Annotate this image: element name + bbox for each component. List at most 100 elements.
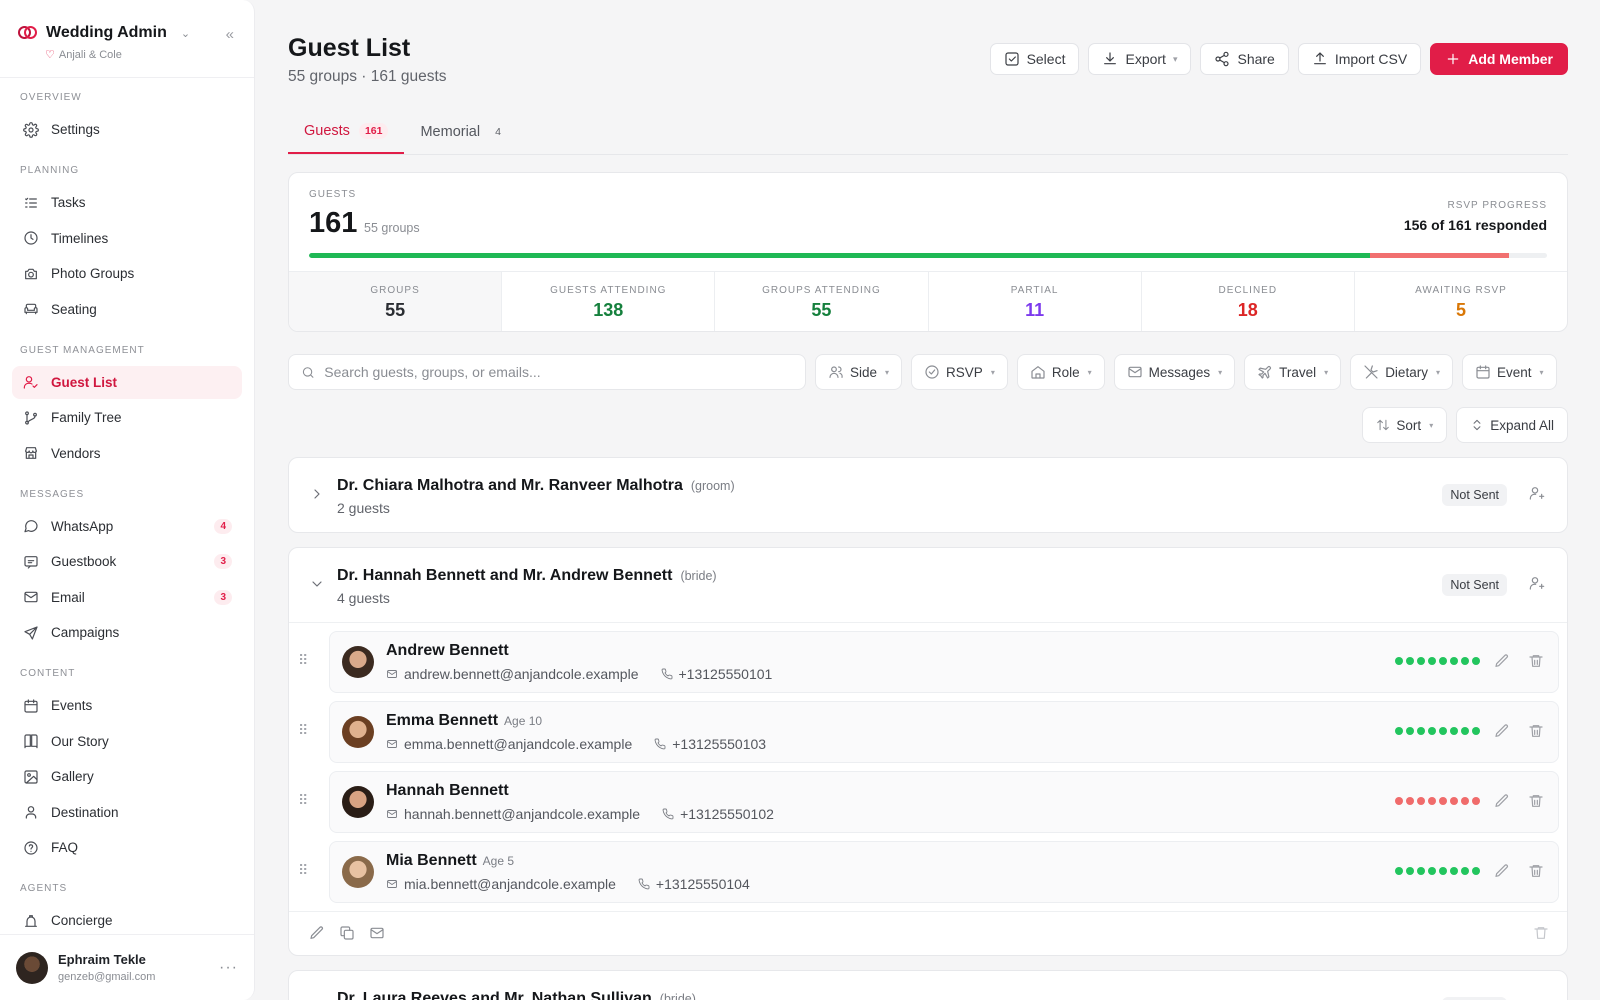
upload-icon: [1313, 52, 1326, 65]
chevron-down-icon[interactable]: [309, 576, 325, 592]
unread-badge: 4: [214, 518, 232, 534]
tab-guests[interactable]: Guests 161: [288, 110, 405, 154]
clock-icon: [22, 229, 40, 247]
toolbar: Select Export ▾ Share Import CSV Add Mem…: [989, 43, 1568, 75]
nav-section: MESSAGES WhatsApp 4 Guestbook 3 Email 3 Campaig…: [12, 489, 242, 650]
sidebar-item-destination[interactable]: Destination: [12, 796, 242, 829]
delete-guest-icon[interactable]: [1528, 653, 1544, 669]
sofa-icon: [24, 303, 38, 315]
rsvp-progress-text: 156 of 161 responded: [1403, 217, 1547, 233]
drag-handle-icon[interactable]: ⠿: [298, 792, 308, 809]
stat-groups[interactable]: GROUPS 55: [289, 272, 503, 331]
filter-messages[interactable]: Messages ▾: [1113, 354, 1236, 390]
sidebar-item-email[interactable]: Email 3: [12, 581, 242, 614]
sidebar-item-our-story[interactable]: Our Story: [12, 725, 242, 758]
drag-handle-icon[interactable]: ⠿: [298, 722, 308, 739]
select-button[interactable]: Select: [989, 43, 1080, 75]
copy-icon[interactable]: [339, 925, 355, 941]
map-pin-icon: [25, 806, 37, 819]
guest-name-text: Emma Bennett: [386, 712, 499, 729]
add-member-button[interactable]: Add Member: [1430, 43, 1568, 75]
sidebar-item-tasks[interactable]: Tasks: [12, 186, 242, 219]
sidebar-item-seating[interactable]: Seating: [12, 293, 242, 326]
page-header: Guest List 55 groups · 161 guests Select…: [288, 0, 1568, 108]
sidebar-item-label: Timelines: [51, 230, 109, 246]
sidebar-item-photo-groups[interactable]: Photo Groups: [12, 257, 242, 290]
stat-guests-attending[interactable]: GUESTS ATTENDING 138: [502, 272, 716, 331]
avatar: [16, 951, 48, 984]
search-box[interactable]: [288, 354, 806, 390]
filter-event[interactable]: Event ▾: [1461, 354, 1557, 390]
edit-guest-icon[interactable]: [1494, 653, 1510, 669]
guest-row[interactable]: ⠿ Emma Bennett Age 10 emma.bennett@anjandco…: [298, 701, 1559, 763]
user-card[interactable]: Ephraim Tekle genzeb@gmail.com ···: [0, 934, 254, 1000]
couple-name: ♡ Anjali & Cole: [45, 48, 238, 62]
filter-label: Messages: [1148, 364, 1211, 380]
delete-guest-icon[interactable]: [1528, 793, 1544, 809]
more-icon[interactable]: ···: [219, 959, 238, 977]
sidebar-item-guestbook[interactable]: Guestbook 3: [12, 545, 242, 578]
group-header[interactable]: Dr. Chiara Malhotra and Mr. Ranveer Malh…: [289, 458, 1567, 532]
add-guest-icon[interactable]: [1529, 575, 1545, 591]
filter-side[interactable]: Side ▾: [815, 354, 903, 390]
delete-guest-icon[interactable]: [1528, 863, 1544, 879]
tab-memorial[interactable]: Memorial 4: [404, 110, 522, 154]
rsvp-event-dot: [1450, 797, 1458, 805]
expand-all-label: Expand All: [1490, 417, 1554, 433]
drag-handle-icon[interactable]: ⠿: [298, 862, 308, 879]
guest-row[interactable]: ⠿ Hannah Bennett hannah.bennett@anjandcole…: [298, 771, 1559, 833]
sidebar-item-campaigns[interactable]: Campaigns: [12, 616, 242, 649]
rsvp-event-dot: [1439, 797, 1447, 805]
sidebar-item-events[interactable]: Events: [12, 689, 242, 722]
rsvp-event-dot: [1395, 727, 1403, 735]
sort-button[interactable]: Sort ▾: [1362, 407, 1448, 443]
guest-row[interactable]: ⠿ Mia Bennett Age 5 mia.bennett@anjandcole.…: [298, 841, 1559, 903]
export-button[interactable]: Export ▾: [1088, 43, 1192, 75]
stat-awaiting-rsvp[interactable]: AWAITING RSVP 5: [1355, 272, 1567, 331]
expand-all-button[interactable]: Expand All: [1456, 407, 1568, 443]
guest-name: Mia Bennett Age 5: [386, 852, 514, 870]
group-header[interactable]: Dr. Laura Reeves and Mr. Nathan Sullivan…: [289, 971, 1567, 1000]
sidebar-item-family-tree[interactable]: Family Tree: [12, 401, 242, 434]
sidebar-item-settings[interactable]: Settings: [12, 113, 242, 146]
avatar: [342, 856, 374, 888]
share-button[interactable]: Share: [1200, 43, 1289, 75]
guest-row[interactable]: ⠿ Andrew Bennett andrew.bennett@anjandcole…: [298, 631, 1559, 693]
send-invite-icon[interactable]: [369, 925, 385, 941]
stat-label: GUESTS ATTENDING: [550, 285, 667, 296]
sidebar-item-gallery[interactable]: Gallery: [12, 760, 242, 793]
delete-guest-icon[interactable]: [1528, 723, 1544, 739]
stat-declined[interactable]: DECLINED 18: [1142, 272, 1355, 331]
sidebar-item-faq[interactable]: FAQ: [12, 831, 242, 864]
chat-icon: [22, 517, 40, 535]
sidebar-item-concierge[interactable]: Concierge: [12, 904, 242, 937]
sidebar-item-timelines[interactable]: Timelines: [12, 222, 242, 255]
stat-groups-attending[interactable]: GROUPS ATTENDING 55: [715, 272, 929, 331]
filter-travel[interactable]: Travel ▾: [1244, 354, 1342, 390]
sidebar-item-vendors[interactable]: Vendors: [12, 437, 242, 470]
filter-rsvp[interactable]: RSVP ▾: [911, 354, 1008, 390]
sidebar-item-guest-list[interactable]: Guest List: [12, 365, 242, 399]
stat-value: 11: [1025, 300, 1045, 320]
collapse-sidebar-icon[interactable]: «: [226, 26, 234, 43]
workspace-switcher[interactable]: Wedding Admin ⌄: [18, 24, 238, 42]
search-input[interactable]: [324, 364, 793, 380]
add-guest-icon[interactable]: [1529, 485, 1545, 501]
edit-group-icon[interactable]: [309, 925, 325, 941]
nav-section: PLANNING Tasks Timelines Photo Groups Seatin…: [12, 165, 242, 326]
edit-guest-icon[interactable]: [1494, 793, 1510, 809]
drag-handle-icon[interactable]: ⠿: [298, 652, 308, 669]
stat-partial[interactable]: PARTIAL 11: [929, 272, 1142, 331]
chevron-right-icon[interactable]: [309, 486, 325, 502]
delete-group-icon[interactable]: [1533, 925, 1549, 941]
sidebar-item-label: FAQ: [51, 840, 79, 855]
member-list: ⠿ Andrew Bennett andrew.bennett@anjandcole…: [289, 622, 1567, 903]
filter-role[interactable]: Role ▾: [1016, 354, 1105, 390]
sidebar-item-whatsapp[interactable]: WhatsApp 4: [12, 510, 242, 543]
edit-guest-icon[interactable]: [1494, 723, 1510, 739]
import-csv-button[interactable]: Import CSV: [1297, 43, 1422, 75]
filter-dietary[interactable]: Dietary ▾: [1350, 354, 1453, 390]
phone-icon: [662, 808, 674, 820]
group-header[interactable]: Dr. Hannah Bennett and Mr. Andrew Bennet…: [289, 548, 1567, 622]
edit-guest-icon[interactable]: [1494, 863, 1510, 879]
